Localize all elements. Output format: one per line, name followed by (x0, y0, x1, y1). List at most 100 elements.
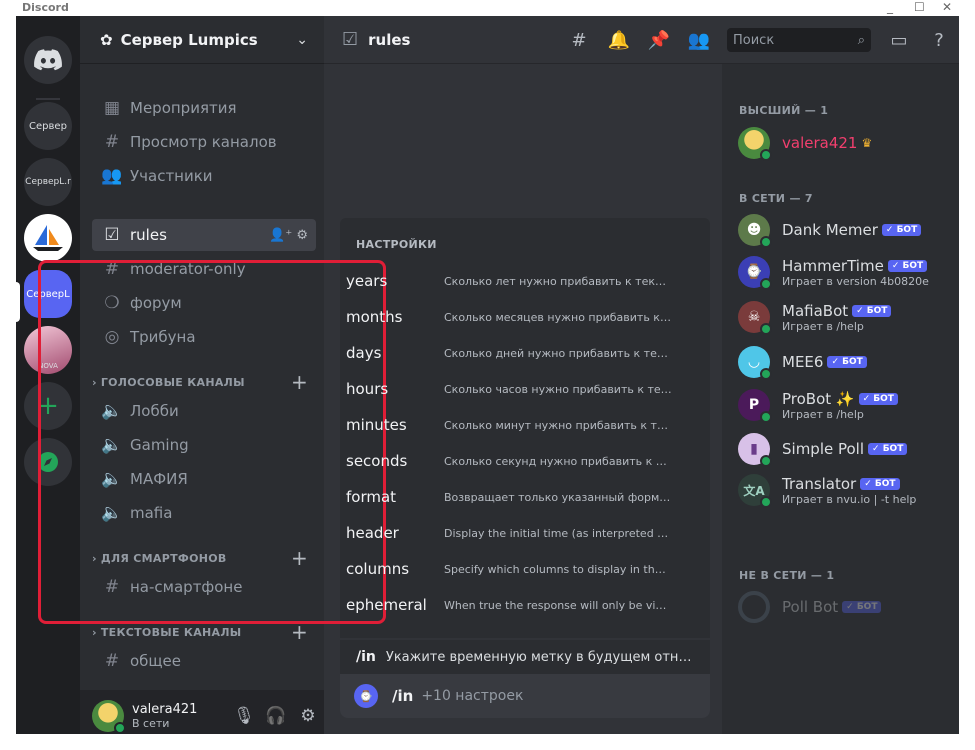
option-name: seconds (346, 452, 408, 470)
help-icon[interactable]: ? (919, 30, 959, 51)
active-server-pill (16, 282, 20, 322)
option-minutes[interactable]: minutes Сколько минут нужно прибавить к т… (346, 407, 686, 443)
chevron-down-icon[interactable]: ⌄ (296, 32, 308, 48)
member-category-offline: НЕ В СЕТИ — 1 (739, 569, 835, 582)
sidebar-item-events[interactable]: ▦ Мероприятия (92, 92, 316, 124)
minimize-button[interactable]: _ (887, 0, 893, 14)
option-seconds[interactable]: seconds Сколько секунд нужно прибавить к … (346, 443, 686, 479)
message-input[interactable]: ⌚ /in +10 настроек (340, 674, 710, 718)
member-translator[interactable]: 文A Translator ✓ БОТ Играет в nvu.io | -t h… (738, 469, 954, 511)
option-format[interactable]: format Возвращает только указанный формат… (346, 479, 686, 515)
bot-badge: ✓ БОТ (860, 477, 900, 490)
option-description: Сколько дней нужно прибавить к текуще... (444, 346, 672, 360)
avatar (738, 591, 770, 623)
bot-badge: ✓ БОТ (852, 304, 892, 317)
sidebar-item-browse-channels[interactable]: # Просмотр каналов (92, 126, 316, 158)
rules-icon: ☑ (104, 225, 120, 245)
option-description: Возвращает только указанный формат в ... (444, 490, 672, 504)
rail-separator (36, 98, 60, 100)
option-description: Сколько месяцев нужно прибавить к теку..… (444, 310, 672, 324)
server-header[interactable]: ✿ Сервер Lumpics ⌄ (80, 16, 324, 64)
member-hammertime[interactable]: ⌚ HammerTime ✓ БОТ Играет в version 4b0820… (738, 251, 954, 293)
sidebar-item-label: Просмотр каналов (130, 133, 277, 151)
sidebar-item-members[interactable]: 👥 Участники (92, 160, 316, 192)
headphones-icon[interactable]: 🎧 (260, 706, 292, 726)
option-description: Display the initial time (as interpreted… (444, 526, 672, 540)
option-description: Specify which columns to display in the … (444, 562, 672, 576)
member-name: Dank Memer (782, 221, 878, 239)
pin-icon[interactable]: 📌 (639, 30, 679, 51)
search-placeholder: Поиск (733, 32, 775, 48)
member-activity: Играет в nvu.io | -t help (782, 492, 917, 506)
header-toolbar: # 🔔 📌 👥 Поиск ⌕ ▭ ? (559, 16, 959, 64)
option-years[interactable]: years Сколько лет нужно прибавить к текущ… (346, 263, 686, 299)
maximize-button[interactable]: ☐ (914, 0, 925, 14)
avatar[interactable] (92, 700, 126, 734)
server-icon-1[interactable]: Сервер (24, 102, 72, 150)
member-list-icon[interactable]: 👥 (679, 30, 719, 51)
inbox-icon[interactable]: ▭ (879, 30, 919, 51)
avatar: ☻ (738, 214, 772, 248)
channel-rules[interactable]: ☑ rules 👤⁺ ⚙ (92, 219, 316, 251)
option-name: columns (346, 560, 410, 578)
search-input[interactable]: Поиск ⌕ (727, 28, 871, 52)
bot-badge: ✓ БОТ (881, 224, 922, 236)
member-simple-poll[interactable]: ▮ Simple Poll ✓ БОТ (738, 428, 954, 470)
member-poll-bot[interactable]: Poll Bot ✓ БОТ (738, 586, 954, 628)
channel-tools[interactable]: 👤⁺ ⚙ (269, 228, 308, 243)
bell-icon[interactable]: 🔔 (599, 30, 639, 51)
command-suggestion[interactable]: /in Укажите временную метку в будущем от… (340, 640, 710, 674)
rules-icon: ☑ (342, 29, 359, 50)
option-days[interactable]: days Сколько дней нужно прибавить к текущ… (346, 335, 686, 371)
option-name: hours (346, 380, 389, 398)
channel-title: rules (368, 30, 411, 49)
member-mee6[interactable]: ◡ MEE6 ✓ БОТ (738, 341, 954, 383)
app-title: Discord (22, 1, 69, 14)
option-hours[interactable]: hours Сколько часов нужно прибавить к тек… (346, 371, 686, 407)
user-info[interactable]: valera421 В сети (132, 702, 228, 730)
option-ephemeral[interactable]: ephemeral When true the response will onl… (346, 587, 686, 623)
option-description: When true the response will only be visi… (444, 598, 672, 612)
option-name: minutes (346, 416, 407, 434)
input-command: /in (392, 687, 414, 705)
member-probot[interactable]: P ProBot ✨ ✓ БОТ Играет в /help (738, 384, 954, 426)
server-verified-icon: ✿ (100, 30, 113, 49)
member-name: MEE6 (782, 353, 824, 371)
option-columns[interactable]: columns Specify which columns to display … (346, 551, 686, 587)
bot-badge: ✓ БОТ (887, 259, 928, 272)
server-icon-sailboat[interactable] (24, 214, 72, 262)
member-dank-memer[interactable]: ☻ Dank Memer ✓ БОТ (738, 209, 954, 251)
microphone-icon[interactable]: 🎙 (228, 706, 260, 726)
search-icon: ⌕ (857, 32, 865, 48)
option-description: Сколько секунд нужно прибавить к теку... (444, 454, 672, 468)
command-name: /in (356, 649, 376, 665)
popup-header: НАСТРОЙКИ (356, 238, 437, 251)
option-description: Сколько часов нужно прибавить к текущ... (444, 382, 672, 396)
username: valera421 (132, 702, 198, 717)
member-valera421[interactable]: valera421 ♛ (738, 122, 954, 164)
member-list: ВЫСШИЙ — 1 valera421 ♛ В СЕТИ — 7 ☻ Dank … (722, 64, 959, 734)
avatar: 文A (738, 474, 772, 508)
option-months[interactable]: months Сколько месяцев нужно прибавить к … (346, 299, 686, 335)
member-mafiabot[interactable]: ☠ MafiaBot ✓ БОТ Играет в /help (738, 296, 954, 338)
member-name: valera421 (782, 134, 858, 152)
option-name: header (346, 524, 399, 542)
threads-icon[interactable]: # (559, 30, 599, 51)
category-text[interactable]: › ТЕКСТОВЫЕ КАНАЛЫ + (92, 620, 316, 644)
member-name: Simple Poll (782, 440, 865, 458)
sailboat-icon (33, 225, 63, 251)
channel-general[interactable]: # общее (92, 645, 316, 677)
window-titlebar: Discord _ ☐ ✕ (0, 0, 975, 16)
member-name: HammerTime (782, 256, 884, 275)
online-status-dot (760, 149, 772, 161)
option-header[interactable]: header Display the initial time (as inter… (346, 515, 686, 551)
server-icon-2[interactable]: СерверL.r (24, 158, 72, 206)
bot-badge: ✓ БОТ (868, 443, 908, 455)
home-button[interactable] (24, 36, 72, 84)
settings-gear-icon[interactable]: ⚙ (292, 706, 324, 726)
avatar: P (738, 389, 772, 423)
input-hint: +10 настроек (421, 688, 524, 704)
close-window-button[interactable]: ✕ (942, 0, 952, 14)
member-name: Translator (782, 474, 857, 493)
hash-icon: # (104, 651, 120, 671)
